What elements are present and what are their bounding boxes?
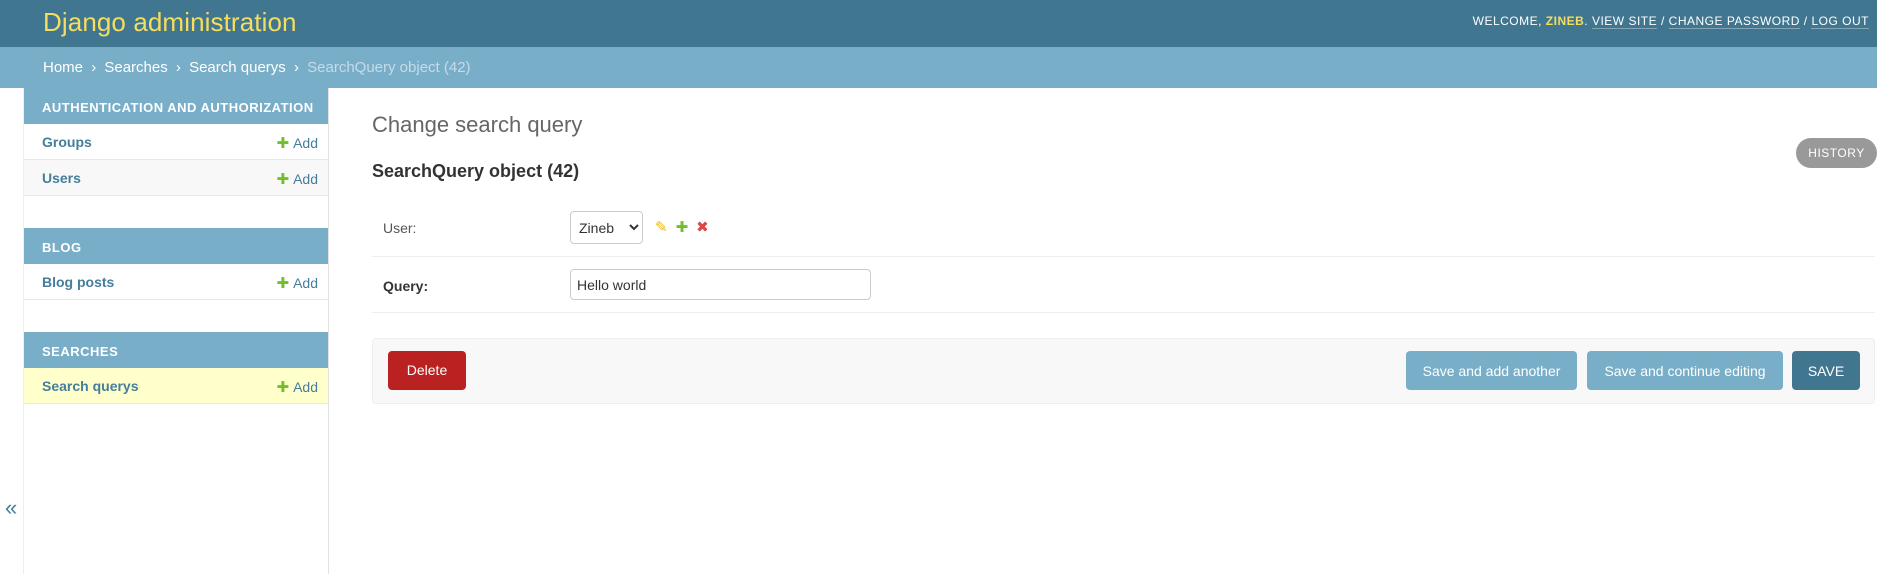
submit-row: Delete Save and add another Save and con… <box>372 338 1875 404</box>
plus-icon: ✚ <box>276 275 290 292</box>
module-searches: Searches Search querys ✚ Add <box>24 332 328 404</box>
module-blog: Blog Blog posts ✚ Add <box>24 228 328 300</box>
user-select[interactable]: Zineb <box>570 211 643 244</box>
breadcrumb-model[interactable]: Search querys <box>189 59 286 76</box>
add-groups-link[interactable]: ✚ Add <box>277 134 319 152</box>
welcome-text: WELCOME, <box>1472 14 1546 28</box>
site-brand[interactable]: Django administration <box>43 7 297 38</box>
username: ZINEB <box>1545 14 1585 28</box>
breadcrumb-app[interactable]: Searches <box>104 59 167 76</box>
form-row-query: Query: <box>372 257 1875 313</box>
query-input[interactable] <box>570 269 871 300</box>
add-label: Add <box>293 171 318 187</box>
nav-sidebar: Authentication and Authorization Groups … <box>23 88 329 574</box>
sidebar-item-label[interactable]: Search querys <box>42 378 139 394</box>
breadcrumb-home[interactable]: Home <box>43 59 83 76</box>
sidebar-item-groups: Groups ✚ Add <box>24 124 328 160</box>
plus-icon[interactable]: ✚ <box>676 218 689 236</box>
related-widget-actions: ✎ ✚ ✖ <box>655 218 717 237</box>
sidebar-item-label[interactable]: Users <box>42 170 81 186</box>
module-caption-blog[interactable]: Blog <box>24 228 328 264</box>
add-label: Add <box>293 275 318 291</box>
module-caption-searches[interactable]: Searches <box>24 332 328 368</box>
module-caption-auth[interactable]: Authentication and Authorization <box>24 88 328 124</box>
query-label: Query: <box>383 278 429 294</box>
sidebar-item-label[interactable]: Groups <box>42 134 92 150</box>
module-auth: Authentication and Authorization Groups … <box>24 88 328 196</box>
delete-button[interactable]: Delete <box>388 351 466 390</box>
logout-link[interactable]: LOG OUT <box>1811 14 1869 29</box>
change-password-link[interactable]: CHANGE PASSWORD <box>1668 14 1800 29</box>
save-and-add-another-button[interactable]: Save and add another <box>1406 351 1577 390</box>
plus-icon: ✚ <box>276 135 290 152</box>
add-blog-posts-link[interactable]: ✚ Add <box>277 274 319 292</box>
page-title: Change search query <box>372 112 583 137</box>
add-label: Add <box>293 379 318 395</box>
object-title: SearchQuery object (42) <box>372 161 580 181</box>
user-tools: WELCOME, ZINEB. VIEW SITE / CHANGE PASSW… <box>1472 14 1869 29</box>
sidebar-item-blog-posts: Blog posts ✚ Add <box>24 264 328 300</box>
header: Django administration WELCOME, ZINEB. VI… <box>0 0 1877 47</box>
breadcrumb-separator: › <box>91 59 97 76</box>
separator: / <box>1799 14 1812 28</box>
add-users-link[interactable]: ✚ Add <box>277 170 319 188</box>
sidebar-item-users: Users ✚ Add <box>24 160 328 196</box>
user-label: User: <box>383 220 417 236</box>
save-button[interactable]: SAVE <box>1792 351 1860 390</box>
sidebar-item-label[interactable]: Blog posts <box>42 274 114 290</box>
plus-icon: ✚ <box>276 379 290 396</box>
breadcrumb-separator: › <box>175 59 181 76</box>
breadcrumb-separator: › <box>293 59 299 76</box>
add-search-querys-link[interactable]: ✚ Add <box>277 378 319 396</box>
form-row-user: User: Zineb ✎ ✚ ✖ <box>372 198 1875 257</box>
sidebar-item-search-querys: Search querys ✚ Add <box>24 368 328 404</box>
view-site-link[interactable]: VIEW SITE <box>1591 14 1658 29</box>
toggle-sidebar-button[interactable]: « <box>5 497 17 519</box>
pencil-icon[interactable]: ✎ <box>655 218 668 236</box>
breadcrumb-current: SearchQuery object (42) <box>307 59 471 76</box>
breadcrumb: Home › Searches › Search querys › Search… <box>0 47 1877 88</box>
delete-icon[interactable]: ✖ <box>696 218 709 236</box>
save-and-continue-button[interactable]: Save and continue editing <box>1587 351 1783 390</box>
plus-icon: ✚ <box>276 171 290 188</box>
add-label: Add <box>293 135 318 151</box>
history-button[interactable]: History <box>1796 138 1877 168</box>
separator: / <box>1657 14 1669 28</box>
